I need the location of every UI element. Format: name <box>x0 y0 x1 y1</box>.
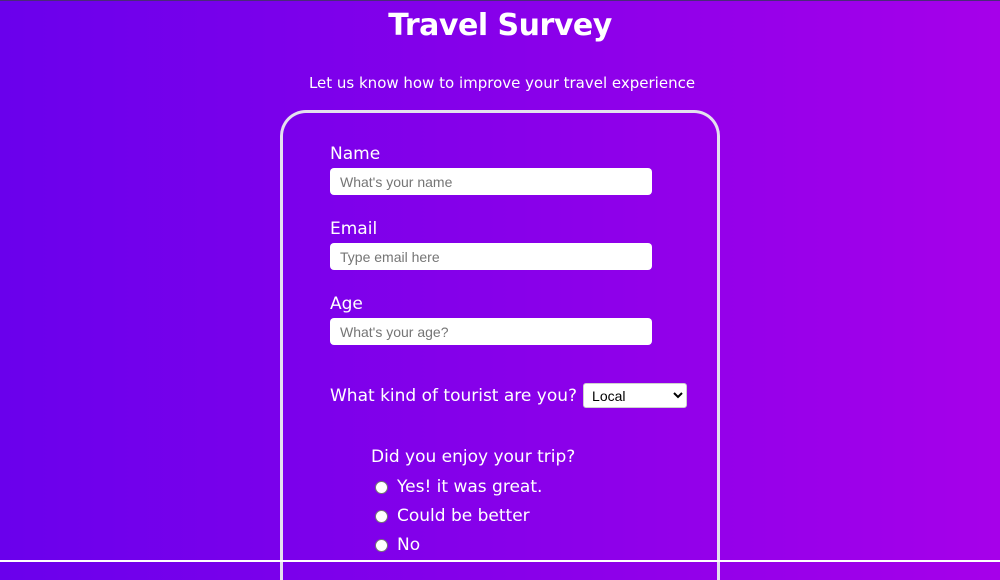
name-input[interactable] <box>330 168 652 195</box>
name-label: Name <box>330 144 381 164</box>
enjoy-option-no[interactable]: No <box>375 534 420 556</box>
age-label: Age <box>330 294 363 314</box>
top-border <box>0 0 1000 1</box>
enjoy-option-yes[interactable]: Yes! it was great. <box>375 476 542 498</box>
email-label: Email <box>330 219 378 239</box>
enjoy-option-better[interactable]: Could be better <box>375 505 530 527</box>
page-title: Travel Survey <box>388 8 612 43</box>
radio-label: Yes! it was great. <box>397 477 543 497</box>
email-input[interactable] <box>330 243 652 270</box>
radio-button[interactable] <box>375 538 388 552</box>
radio-button[interactable] <box>375 480 388 494</box>
radio-button[interactable] <box>375 509 388 523</box>
radio-label: Could be better <box>397 506 530 526</box>
tourist-type-select[interactable]: Local <box>583 383 688 408</box>
enjoy-trip-question: Did you enjoy your trip? <box>371 447 576 467</box>
tourist-type-row: What kind of tourist are you? Local <box>330 383 688 408</box>
age-input[interactable] <box>330 318 652 345</box>
radio-label: No <box>397 535 421 555</box>
tourist-type-label: What kind of tourist are you? <box>330 385 578 406</box>
page-subtitle: Let us know how to improve your travel e… <box>308 74 696 92</box>
